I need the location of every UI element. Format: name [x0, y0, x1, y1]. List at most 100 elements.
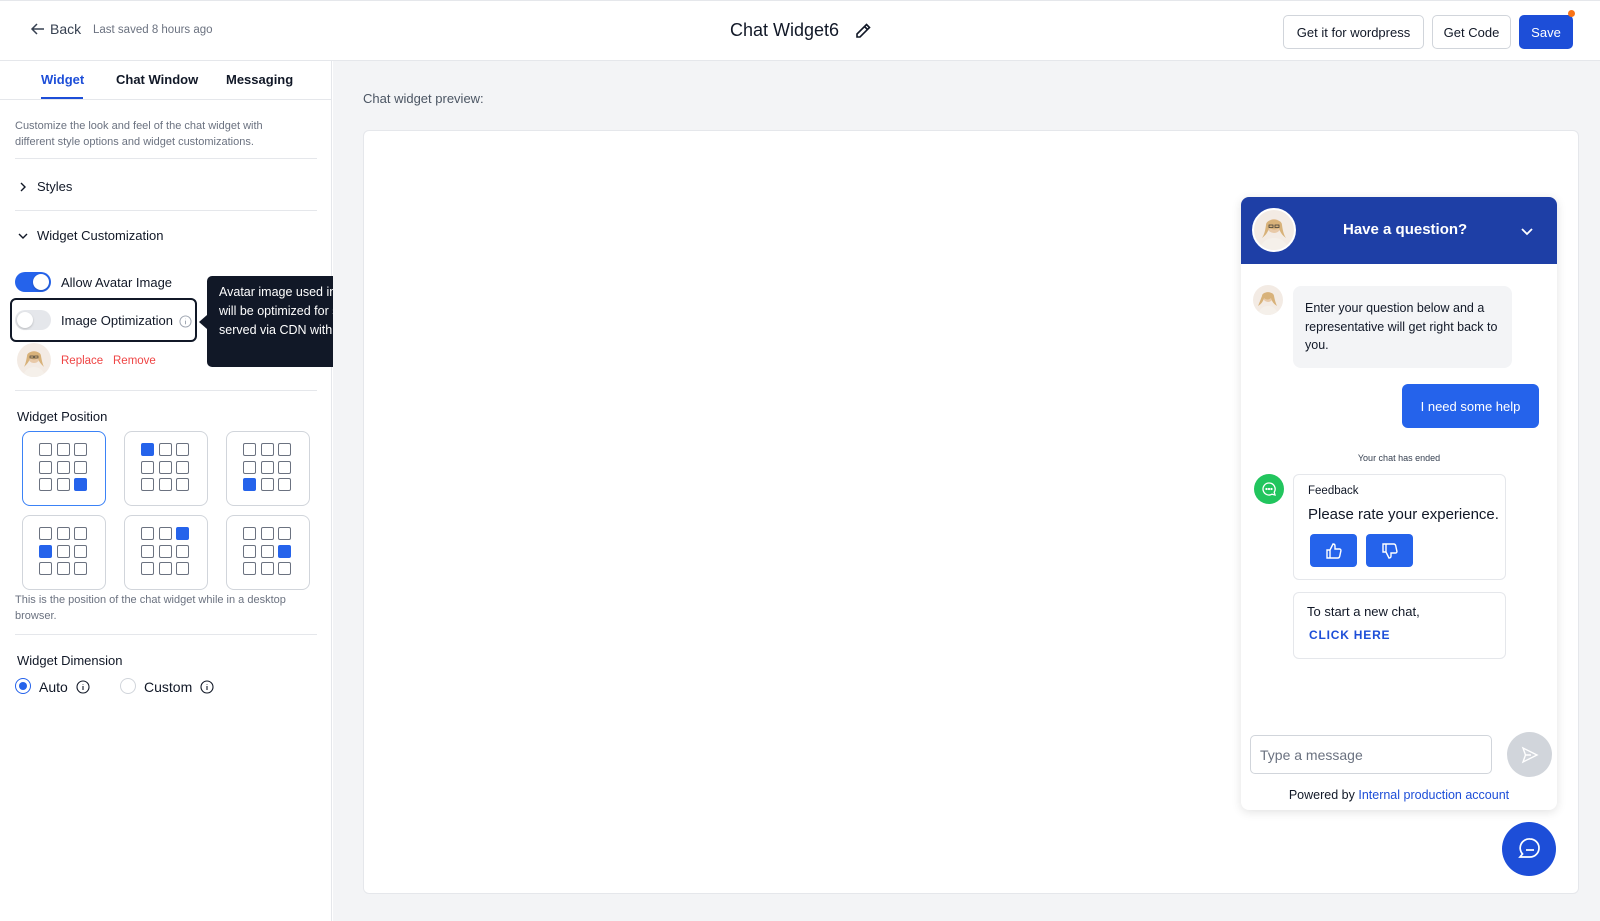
get-wordpress-button[interactable]: Get it for wordpress	[1283, 15, 1424, 49]
widget-customization-toggle[interactable]: Widget Customization	[17, 228, 163, 243]
divider	[15, 390, 317, 391]
position-cell	[278, 562, 291, 575]
back-label: Back	[50, 21, 82, 37]
divider	[15, 158, 317, 159]
styles-section-toggle[interactable]: Styles	[17, 179, 72, 194]
preview-label: Chat widget preview:	[363, 91, 484, 106]
position-cell	[39, 544, 52, 558]
chevron-down-icon[interactable]	[1520, 224, 1534, 238]
tooltip-arrow	[199, 315, 207, 329]
dimension-auto-label: Auto	[39, 679, 68, 695]
position-hint: This is the position of the chat widget …	[15, 594, 286, 622]
chat-title: Have a question?	[1343, 221, 1468, 238]
agent-avatar-small	[1253, 285, 1283, 315]
save-button[interactable]: Save	[1519, 15, 1573, 49]
position-bottom-left[interactable]	[226, 431, 310, 506]
position-cell	[176, 562, 189, 575]
position-cell	[260, 527, 274, 540]
widget-position-label: Widget Position	[17, 409, 108, 424]
send-button[interactable]	[1507, 732, 1552, 777]
image-optimization-label: Image Optimization	[61, 313, 173, 328]
position-cell	[56, 443, 70, 456]
thumbs-down-icon	[1381, 542, 1398, 559]
thumbs-down-button[interactable]	[1366, 534, 1413, 567]
position-cell	[260, 544, 274, 558]
position-cell	[74, 460, 87, 474]
position-top-left[interactable]	[124, 431, 208, 506]
chat-dots-icon	[1262, 482, 1276, 496]
feedback-card: Feedback Please rate your experience.	[1293, 474, 1506, 580]
divider	[15, 634, 317, 635]
position-cell	[158, 443, 172, 456]
dimension-auto-radio[interactable]	[15, 678, 31, 694]
info-icon[interactable]	[179, 315, 192, 328]
last-saved-text: Last saved 8 hours ago	[93, 24, 213, 36]
page-title: Chat Widget6	[730, 20, 840, 40]
get-code-button[interactable]: Get Code	[1432, 15, 1511, 49]
chat-launcher-button[interactable]	[1502, 822, 1556, 876]
styles-section-label: Styles	[37, 179, 73, 194]
settings-sidebar: Widget Chat Window Messaging Customize t…	[0, 61, 439, 921]
tab-widget[interactable]: Widget	[41, 72, 84, 87]
position-middle-left[interactable]	[22, 515, 106, 590]
position-cell	[158, 562, 172, 575]
new-chat-link[interactable]: CLICK HERE	[1309, 628, 1390, 642]
new-chat-text: To start a new chat,	[1307, 604, 1420, 619]
thumbs-up-icon	[1325, 542, 1342, 559]
powered-by-text: Powered by	[1288, 788, 1355, 802]
position-cell	[278, 478, 291, 491]
chat-ended-notice: Your chat has ended	[1357, 453, 1441, 463]
position-cell	[260, 562, 274, 575]
position-top-right[interactable]	[124, 515, 208, 590]
chat-header: Have a question?	[1241, 197, 1557, 264]
new-chat-card: To start a new chat, CLICK HERE	[1293, 592, 1506, 659]
tab-chat-window[interactable]: Chat Window	[116, 72, 198, 87]
agent-greeting-message: Enter your question below and a represen…	[1293, 286, 1512, 368]
avatar-thumbnail	[17, 343, 51, 377]
dimension-custom-radio[interactable]	[120, 678, 136, 694]
position-cell	[278, 527, 291, 540]
position-cell	[74, 443, 87, 456]
widget-dimension-label: Widget Dimension	[17, 653, 123, 668]
position-cell	[260, 460, 274, 474]
back-button[interactable]: Back	[30, 21, 81, 37]
dimension-custom-label: Custom	[144, 679, 193, 695]
position-bottom-right[interactable]	[22, 431, 106, 506]
divider	[15, 210, 317, 211]
user-message: I need some help	[1402, 384, 1539, 428]
message-input[interactable]	[1250, 735, 1492, 774]
position-cell	[39, 562, 52, 575]
allow-avatar-toggle[interactable]	[15, 272, 51, 292]
position-cell	[176, 443, 189, 456]
avatar-image	[23, 351, 45, 377]
image-optimization-toggle[interactable]	[15, 310, 51, 330]
send-icon	[1521, 746, 1539, 763]
position-cell	[141, 478, 154, 491]
widget-customization-label: Widget Customization	[37, 228, 164, 243]
position-cell	[278, 460, 291, 474]
position-cell	[141, 443, 154, 456]
position-cell	[176, 478, 189, 491]
info-icon[interactable]	[200, 680, 214, 694]
replace-avatar-link[interactable]: Replace	[61, 355, 103, 367]
feedback-chat-icon	[1254, 474, 1284, 504]
position-cell	[158, 544, 172, 558]
info-icon[interactable]	[76, 680, 90, 694]
toggle-knob	[17, 312, 33, 328]
sidebar-tabs: Widget Chat Window Messaging	[0, 61, 331, 100]
position-cell	[56, 562, 70, 575]
widget-description: Customize the look and feel of the chat …	[15, 120, 263, 148]
chevron-down-icon	[18, 233, 28, 239]
remove-avatar-link[interactable]: Remove	[113, 355, 156, 367]
position-cell	[278, 443, 291, 456]
position-cell	[56, 544, 70, 558]
chat-widget-window: Have a question? Enter your question bel…	[1241, 197, 1557, 810]
position-cell	[39, 460, 52, 474]
position-cell	[39, 527, 52, 540]
powered-by-link[interactable]: Internal production account	[1358, 788, 1509, 802]
position-cell	[176, 460, 189, 474]
position-middle-right[interactable]	[226, 515, 310, 590]
pencil-edit-icon[interactable]	[853, 21, 873, 41]
tab-messaging[interactable]: Messaging	[226, 72, 293, 87]
thumbs-up-button[interactable]	[1310, 534, 1357, 567]
